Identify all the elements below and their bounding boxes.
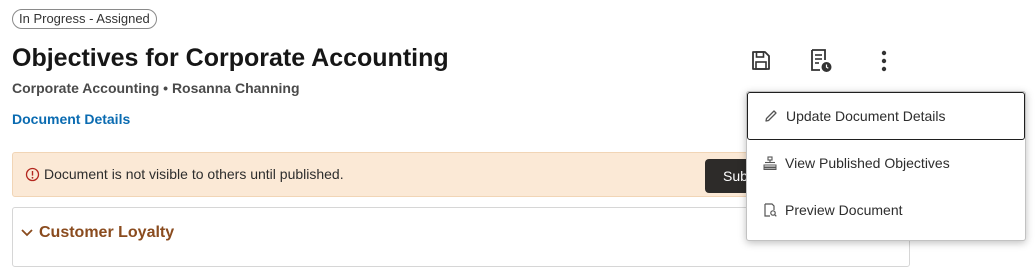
menu-item-preview-document[interactable]: Preview Document xyxy=(747,187,1025,233)
section-title: Customer Loyalty xyxy=(39,224,175,241)
preview-document-icon xyxy=(763,203,777,217)
save-button[interactable] xyxy=(746,46,776,76)
save-icon xyxy=(752,51,770,70)
warning-icon xyxy=(25,167,40,182)
pencil-icon xyxy=(764,109,778,123)
status-badge-label: In Progress - Assigned xyxy=(19,11,150,26)
menu-item-label: Update Document Details xyxy=(786,108,946,124)
document-details-link[interactable]: Document Details xyxy=(12,111,130,127)
more-actions-button[interactable] xyxy=(869,46,899,76)
menu-item-label: View Published Objectives xyxy=(785,155,950,171)
menu-item-update-document-details[interactable]: Update Document Details xyxy=(747,92,1025,140)
status-badge: In Progress - Assigned xyxy=(12,9,157,29)
menu-item-view-published-objectives[interactable]: View Published Objectives xyxy=(747,140,1025,186)
actions-menu: Update Document Details View Published O… xyxy=(746,91,1026,241)
hierarchy-icon xyxy=(763,156,777,170)
more-vertical-icon xyxy=(881,50,887,72)
warning-banner-text: Document is not visible to others until … xyxy=(44,166,344,182)
page-subtitle: Corporate Accounting • Rosanna Channing xyxy=(12,80,300,96)
warning-banner: Document is not visible to others until … xyxy=(12,152,785,197)
chevron-down-icon xyxy=(21,229,33,237)
document-history-button[interactable] xyxy=(806,46,836,76)
menu-item-label: Preview Document xyxy=(785,202,903,218)
page-title: Objectives for Corporate Accounting xyxy=(12,44,449,72)
document-history-icon xyxy=(811,49,832,72)
section-header[interactable]: Customer Loyalty xyxy=(21,224,174,242)
